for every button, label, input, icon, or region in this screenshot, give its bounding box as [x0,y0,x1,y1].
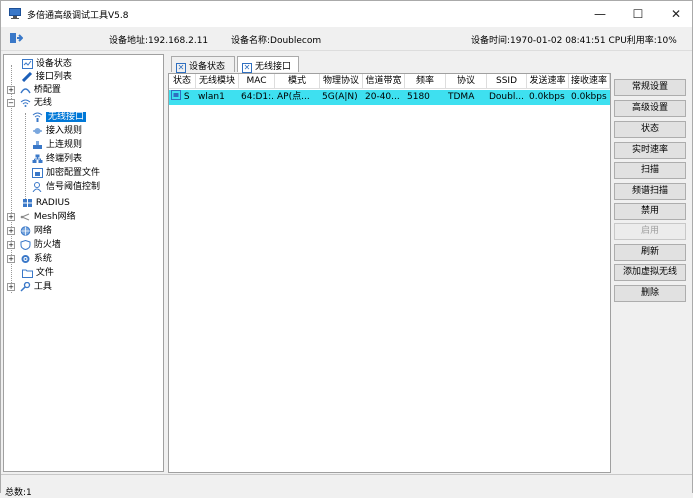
tree-item-wireless[interactable]: − 无线 [7,97,52,109]
terminal-list-icon [32,154,43,163]
column-header[interactable]: 无线模块 [196,74,239,89]
tab-close-icon[interactable]: ✕ [242,63,252,73]
tab-label: 无线接口 [255,62,292,72]
tree-item-radius[interactable]: RADIUS [7,197,70,209]
tree-item-terminal-list[interactable]: 终端列表 [32,153,82,165]
tab-close-icon[interactable]: ✕ [176,63,186,73]
total-count: 总数:1 [5,488,32,498]
device-name: 设备名称:Doublecom [231,36,322,46]
disconnect-icon[interactable] [9,31,23,45]
delete-button[interactable]: 删除 [614,285,686,302]
device-status-icon [21,59,33,69]
mesh-icon [20,213,30,221]
tree-item-file[interactable]: 文件 [7,267,54,279]
tab-wireless-interface[interactable]: ✕ 无线接口 [237,56,299,73]
tree-item-tools[interactable]: + 工具 [7,281,52,293]
radius-icon [22,199,32,207]
status-bar: 总数:1 [1,474,692,498]
table-row[interactable]: S wlan1 64:D1:... AP(点... 5G(A|N) 20-40.… [169,90,610,105]
device-address: 设备地址:192.168.2.11 [109,36,209,46]
app-icon [9,8,21,19]
general-settings-button[interactable]: 常规设置 [614,79,686,96]
column-header[interactable]: 物理协议 [320,74,363,89]
wireless-interface-icon [32,112,43,122]
cell-bandwidth: 20-40... [365,92,400,102]
cell-mode: AP(点... [277,92,310,102]
tab-device-status[interactable]: ✕ 设备状态 [171,56,235,73]
file-icon [21,269,33,278]
column-header[interactable]: 频率 [405,74,446,89]
wireless-interface-table: 状态 无线模块 MAC 模式 物理协议 信道带宽 频率 协议 SSID 发送速率… [168,73,611,473]
expand-icon[interactable]: + [7,283,15,291]
device-time-cpu: 设备时间:1970-01-02 08:41:51 CPU利用率:10% [471,36,677,46]
scan-button[interactable]: 扫描 [614,162,686,179]
firewall-icon [20,240,31,250]
cell-status: S [169,90,196,105]
cell-phy-protocol: 5G(A|N) [322,92,358,102]
tree-item-access-rule[interactable]: 接入规则 [32,125,82,137]
expand-icon[interactable]: + [7,213,15,221]
bridge-icon [20,88,31,94]
tree-item-firewall[interactable]: + 防火墙 [7,239,61,251]
expand-icon[interactable]: + [7,255,15,263]
realtime-rate-button[interactable]: 实时速率 [614,142,686,159]
tree-item-uplink-rule[interactable]: 上连规则 [32,139,82,151]
access-rule-icon [33,128,42,134]
interface-status-icon [171,90,181,100]
tree-item-mesh[interactable]: + Mesh网络 [7,211,76,223]
tree-item-wireless-interface[interactable]: 无线接口 [32,111,87,123]
network-icon [20,226,31,236]
spectrum-scan-button[interactable]: 频谱扫描 [614,183,686,200]
tree-guide-line [25,113,26,201]
enable-button[interactable]: 启用 [614,223,686,240]
column-header[interactable]: 状态 [169,74,196,89]
column-header[interactable]: 发送速率 [527,74,569,89]
signal-threshold-icon [32,182,42,192]
column-header[interactable]: 模式 [275,74,320,89]
column-header[interactable]: 信道带宽 [363,74,405,89]
collapse-icon[interactable]: − [7,99,15,107]
tree-item-system[interactable]: + 系统 [7,253,52,265]
title-bar: 多倍通高级调试工具V5.8 — ☐ ✕ [1,1,692,27]
device-info-bar: 设备地址:192.168.2.11 设备名称:Doublecom 设备时间:19… [1,27,692,51]
minimize-button[interactable]: — [581,1,619,27]
expand-icon[interactable]: + [7,241,15,249]
cell-protocol: TDMA [448,92,475,102]
column-header[interactable]: 接收速率 [569,74,610,89]
column-header[interactable]: MAC [239,74,275,89]
expand-icon[interactable]: + [7,86,15,94]
tab-label: 设备状态 [189,62,226,72]
uplink-rule-icon [33,141,42,149]
status-button[interactable]: 状态 [614,121,686,138]
tree-item-network[interactable]: + 网络 [7,225,52,237]
tree-item-interface-list[interactable]: 接口列表 [7,71,72,83]
advanced-settings-button[interactable]: 高级设置 [614,100,686,117]
interface-list-icon [21,72,32,82]
tree-item-security-profile[interactable]: 加密配置文件 [32,167,100,179]
column-header[interactable]: 协议 [446,74,487,89]
cell-frequency: 5180 [407,92,430,102]
cell-rx-rate: 0.0kbps [571,92,607,102]
wireless-icon [20,99,31,107]
app-window: 多倍通高级调试工具V5.8 — ☐ ✕ 设备地址:192.168.2.11 设备… [0,0,693,498]
cell-tx-rate: 0.0kbps [529,92,565,102]
cell-mac: 64:D1:... [241,92,275,102]
expand-icon[interactable]: + [7,227,15,235]
system-icon [21,255,30,263]
cell-ssid: Doubl... [489,92,524,102]
tree-item-bridge[interactable]: + 桥配置 [7,84,61,96]
close-button[interactable]: ✕ [657,1,693,27]
refresh-button[interactable]: 刷新 [614,244,686,261]
tree-item-device-status[interactable]: 设备状态 [7,58,72,70]
add-virtual-wireless-button[interactable]: 添加虚拟无线 [614,264,686,281]
window-title: 多倍通高级调试工具V5.8 [27,11,129,21]
disable-button[interactable]: 禁用 [614,203,686,220]
maximize-button[interactable]: ☐ [619,1,657,27]
column-header[interactable]: SSID [487,74,527,89]
tree-item-signal-threshold[interactable]: 信号阈值控制 [32,181,100,193]
cell-module: wlan1 [198,92,225,102]
security-profile-icon [32,168,43,178]
tools-icon [20,282,31,292]
navigation-tree: 设备状态 接口列表 + 桥配置 − 无线 无线接口 接入规则 上连规则 终端列表… [3,54,164,472]
